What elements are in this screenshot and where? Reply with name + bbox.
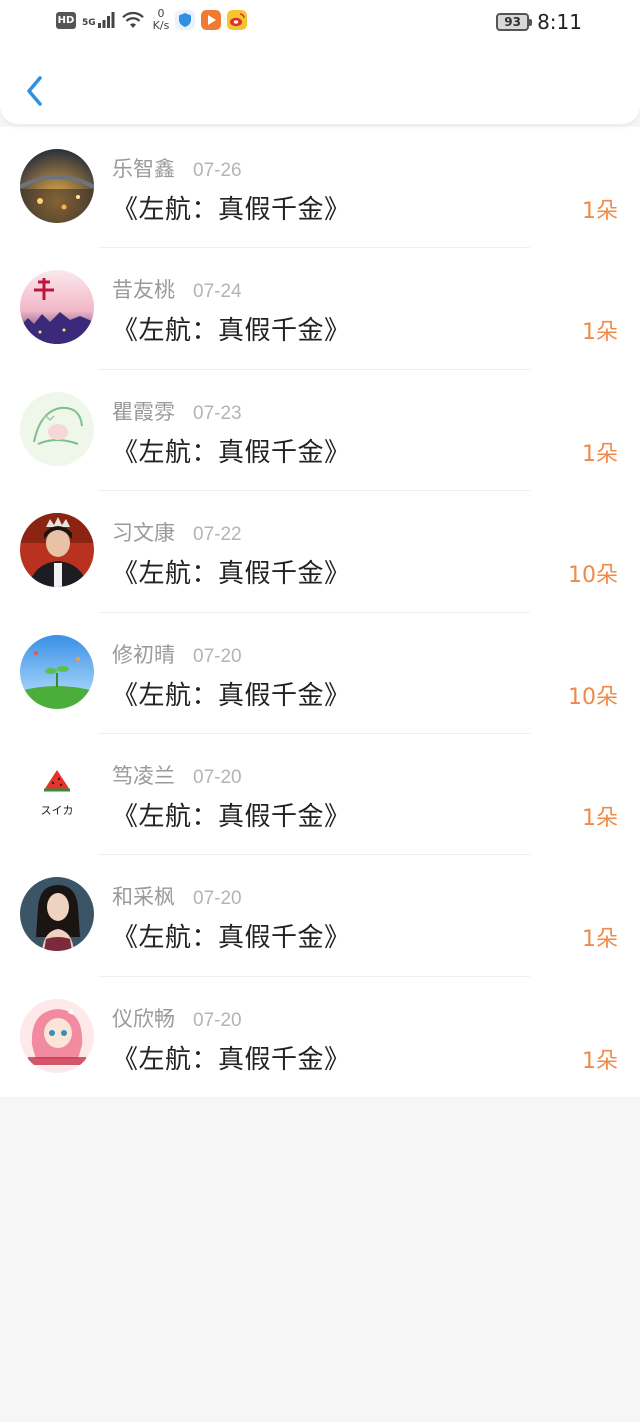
shield-app-icon: [175, 10, 196, 30]
status-left: HD 5G 0 K/s: [56, 8, 248, 32]
list-item[interactable]: 乐智鑫 07-26 《左航：真假千金》 1朵: [0, 127, 640, 249]
avatar[interactable]: [20, 877, 94, 952]
record-date: 07-23: [193, 402, 242, 424]
avatar-sky-sprout-image: [20, 634, 94, 709]
list-item[interactable]: 昔友桃 07-24 《左航：真假千金》 1朵: [0, 248, 640, 370]
record-date: 07-26: [193, 160, 242, 181]
status-bar: HD 5G 0 K/s 93 8:11: [0, 0, 640, 44]
record-meta: 笃凌兰 07-20: [112, 760, 242, 790]
list-item[interactable]: 瞿霞雰 07-23 《左航：真假千金》 1朵: [0, 370, 640, 492]
avatar-caption: スイカ: [40, 803, 74, 817]
list-item[interactable]: 和采枫 07-20 《左航：真假千金》 1朵: [0, 855, 640, 977]
record-meta: 瞿霞雰 07-23: [112, 396, 242, 426]
status-right: 93 8:11: [496, 10, 582, 34]
clock: 8:11: [537, 10, 582, 34]
user-name: 瞿霞雰: [112, 399, 175, 424]
record-date: 07-22: [193, 524, 242, 546]
avatar-person-crown-image: [20, 513, 94, 588]
user-name: 笃凌兰: [112, 763, 175, 788]
record-date: 07-20: [193, 888, 242, 910]
flower-amount: 1朵: [582, 927, 618, 953]
avatar[interactable]: [20, 270, 94, 345]
network-type: 5G: [82, 18, 96, 28]
avatar[interactable]: [20, 149, 94, 223]
record-meta: 和采枫 07-20: [112, 881, 242, 911]
book-title[interactable]: 《左航：真假千金》: [112, 432, 351, 469]
flower-amount: 1朵: [582, 441, 618, 467]
book-title[interactable]: 《左航：真假千金》: [112, 917, 351, 954]
avatar[interactable]: [20, 998, 94, 1073]
avatar[interactable]: スイカ: [20, 755, 94, 830]
book-title[interactable]: 《左航：真假千金》: [112, 189, 351, 226]
record-meta: 修初晴 07-20: [112, 639, 242, 669]
chevron-left-icon: [27, 76, 42, 106]
back-button[interactable]: [18, 64, 54, 114]
net-speed: 0 K/s: [153, 8, 170, 32]
record-meta: 习文康 07-22: [112, 517, 242, 547]
user-name: 和采枫: [112, 885, 175, 910]
avatar-anime-girl-image: [20, 998, 94, 1073]
list-item[interactable]: 仪欣畅 07-20 《左航：真假千金》 1朵: [0, 977, 640, 1098]
avatar-watermelon-image: [20, 755, 94, 830]
app-header: [0, 44, 640, 124]
hd-badge: HD: [56, 11, 76, 29]
avatar[interactable]: [20, 391, 94, 466]
avatar-city-calligraphy-image: [20, 270, 94, 345]
book-title[interactable]: 《左航：真假千金》: [112, 310, 351, 347]
flower-amount: 1朵: [582, 805, 618, 831]
avatar-bridge-night-image: [20, 149, 94, 223]
list-item[interactable]: スイカ 笃凌兰 07-20 《左航：真假千金》 1朵: [0, 734, 640, 856]
record-date: 07-20: [193, 645, 242, 667]
battery-level: 93: [504, 15, 521, 29]
list-item[interactable]: 修初晴 07-20 《左航：真假千金》 10朵: [0, 613, 640, 734]
flower-amount: 10朵: [568, 563, 618, 589]
book-title[interactable]: 《左航：真假千金》: [112, 553, 351, 590]
video-app-icon: [201, 10, 222, 30]
avatar[interactable]: [20, 634, 94, 709]
net-speed-unit: K/s: [152, 19, 170, 32]
user-name: 仪欣畅: [112, 1006, 175, 1031]
signal-bars-icon: [97, 12, 115, 28]
battery-icon: 93: [496, 13, 533, 31]
avatar-sketch-creature-image: [20, 391, 94, 466]
flower-amount: 1朵: [582, 320, 618, 346]
avatar-woman-portrait-image: [20, 877, 94, 952]
record-meta: 仪欣畅 07-20: [112, 1003, 242, 1033]
flower-amount: 1朵: [582, 199, 618, 224]
avatar[interactable]: [20, 513, 94, 588]
user-name: 乐智鑫: [112, 157, 175, 181]
flower-amount: 10朵: [568, 684, 618, 710]
user-name: 昔友桃: [112, 278, 175, 303]
record-date: 07-20: [193, 1009, 242, 1031]
book-title[interactable]: 《左航：真假千金》: [112, 796, 351, 833]
book-title[interactable]: 《左航：真假千金》: [112, 675, 351, 712]
record-meta: 乐智鑫 07-26: [112, 153, 242, 183]
book-title[interactable]: 《左航：真假千金》: [112, 1039, 351, 1076]
list-item[interactable]: 习文康 07-22 《左航：真假千金》 10朵: [0, 491, 640, 613]
weibo-icon: [227, 10, 248, 30]
record-meta: 昔友桃 07-24: [112, 274, 242, 304]
signal-group: 5G: [82, 12, 115, 28]
user-name: 修初晴: [112, 642, 175, 667]
user-name: 习文康: [112, 521, 175, 546]
flower-amount: 1朵: [582, 1048, 618, 1074]
wifi-icon: [121, 11, 144, 28]
record-date: 07-20: [193, 766, 242, 788]
gift-record-list: 乐智鑫 07-26 《左航：真假千金》 1朵 昔友桃 07-24 《左航：真假千…: [0, 127, 640, 1097]
record-date: 07-24: [193, 281, 242, 303]
